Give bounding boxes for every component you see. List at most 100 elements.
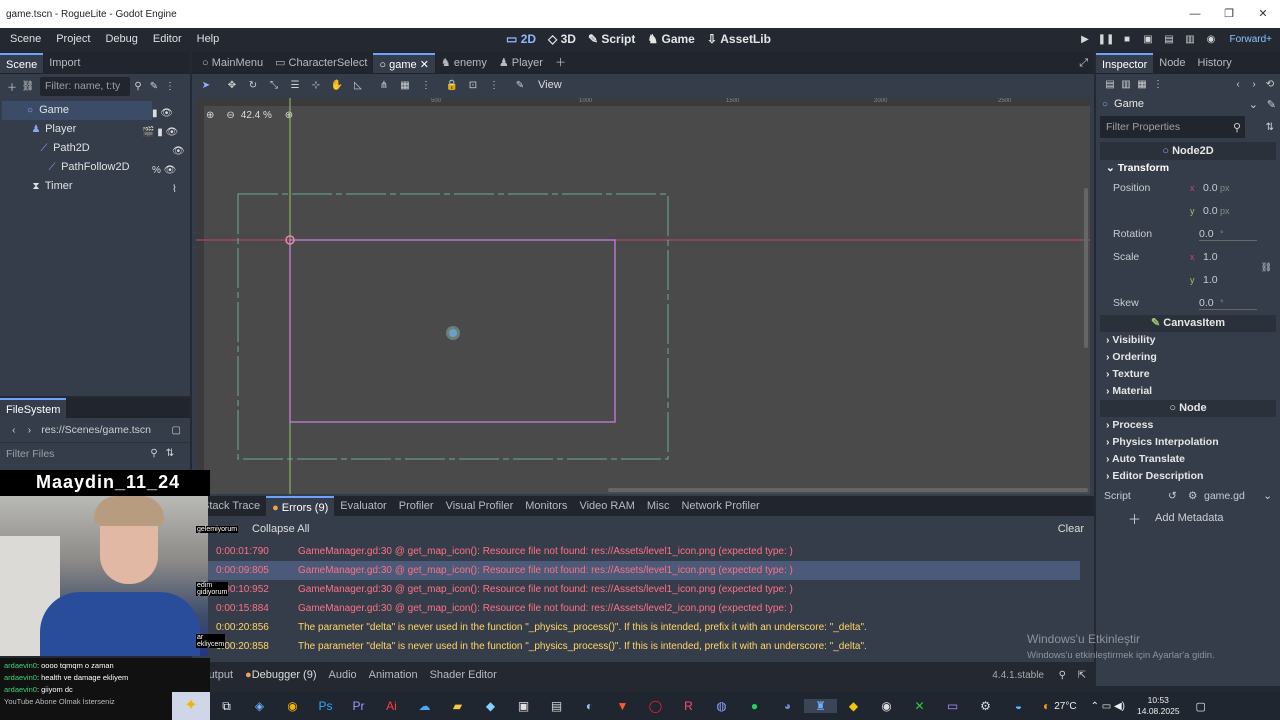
section-texture[interactable]: › Texture [1096, 366, 1280, 383]
pin-icon[interactable]: ⚲ [1059, 670, 1066, 681]
obs-icon[interactable]: ◍ [705, 699, 738, 713]
sort-icon[interactable]: ⇅ [162, 448, 178, 459]
tree-node-game[interactable]: ○ Game [2, 101, 152, 120]
error-row-selected[interactable]: 0:00:09:805 GameManager.gd:30 @ get_map_i… [194, 561, 1080, 580]
error-row[interactable]: 0:00:10:952 GameManager.gd:30 @ get_map_i… [194, 580, 1094, 599]
menu-project[interactable]: Project [51, 33, 95, 45]
premiere-icon[interactable]: Pr [342, 699, 375, 713]
visibility-eye-icon[interactable]: 👁 [172, 142, 185, 161]
play-custom-icon[interactable]: ▥ [1179, 34, 1200, 45]
scene-filter-input[interactable]: Filter: name, t:ty [40, 76, 130, 96]
section-process[interactable]: › Process [1096, 417, 1280, 434]
remote-debug-icon[interactable]: ▣ [1137, 34, 1158, 45]
script-field[interactable]: game.gd [1204, 485, 1245, 507]
terminal-icon[interactable]: ▭ [936, 699, 969, 713]
pivot-tool-icon[interactable]: ⊹ [308, 80, 324, 91]
menu-help[interactable]: Help [192, 33, 225, 45]
section-ordering[interactable]: › Ordering [1096, 349, 1280, 366]
skew-field[interactable]: 0.0 [1199, 292, 1214, 315]
tab-monitors[interactable]: Monitors [519, 496, 573, 516]
position-x-field[interactable]: 0.0 [1203, 177, 1218, 200]
pathfollow-icons[interactable]: % 👁 [152, 161, 185, 180]
object-history-icon[interactable]: ⟲ [1262, 79, 1278, 90]
tab-visual-profiler[interactable]: Visual Profiler [440, 496, 520, 516]
inspector-menu-icon[interactable]: ⋮ [1150, 79, 1166, 90]
tab-node[interactable]: Node [1153, 53, 1191, 73]
section-material[interactable]: › Material [1096, 383, 1280, 400]
script-reload-icon[interactable]: ↺ [1168, 485, 1177, 507]
maximize-button[interactable]: ❐ [1212, 0, 1246, 28]
skeleton-options-icon[interactable]: ⋮ [486, 80, 502, 91]
renderer-select[interactable]: Forward+ [1221, 34, 1280, 45]
weather-temp[interactable]: 27°C [1054, 701, 1076, 712]
play-scene-icon[interactable]: ▤ [1158, 34, 1179, 45]
group-icon[interactable]: ⊡ [465, 80, 481, 91]
tab-inspector[interactable]: Inspector [1096, 53, 1154, 73]
scale-tool-icon[interactable]: ⤡ [266, 80, 282, 91]
movie-maker-icon[interactable]: ◉ [1200, 34, 1221, 45]
filter-properties-input[interactable]: Filter Properties [1106, 121, 1180, 133]
expand-panel-icon[interactable]: ⇱ [1078, 670, 1086, 681]
rider-icon[interactable]: R [672, 699, 705, 713]
object-dropdown-icon[interactable]: ⌄ [1249, 98, 1258, 111]
opera-icon[interactable]: ◯ [639, 699, 672, 713]
scale-x-field[interactable]: 1.0 [1203, 246, 1218, 269]
filesystem-filter-input[interactable]: Filter Files [6, 448, 146, 460]
section-editor-description[interactable]: › Editor Description [1096, 468, 1280, 485]
godot-icon[interactable]: ♜ [804, 699, 837, 713]
player-icons[interactable]: 🎬 ▮ 👁 [142, 123, 185, 142]
epic-icon[interactable]: ▤ [540, 699, 573, 713]
skew-slider[interactable] [1199, 309, 1257, 310]
ruler-tool-icon[interactable]: ◺ [350, 80, 366, 91]
link-icon[interactable]: ⛓ [20, 81, 36, 92]
history-forward-icon[interactable]: › [1246, 79, 1262, 90]
chrome-icon[interactable]: ◉ [276, 699, 309, 713]
inspected-object[interactable]: Game [1114, 98, 1144, 110]
open-resource-icon[interactable]: ▥ [1118, 79, 1134, 90]
distraction-free-icon[interactable]: ⤢ [1079, 57, 1088, 70]
tab-evaluator[interactable]: Evaluator [334, 496, 392, 516]
store-icon[interactable]: ▣ [507, 699, 540, 713]
bottom-tab-audio[interactable]: Audio [323, 665, 363, 685]
move-tool-icon[interactable]: ✥ [224, 80, 240, 91]
grid-snap-icon[interactable]: ▦ [397, 80, 413, 91]
workspace-assetlib[interactable]: ⇩ AssetLib [707, 32, 771, 46]
warning-row[interactable]: 0:00:20:856 The parameter "delta" is neve… [194, 618, 1094, 637]
scene-tab-mainmenu[interactable]: ○ MainMenu [196, 53, 269, 73]
save-resource-icon[interactable]: ▦ [1134, 79, 1150, 90]
pause-icon[interactable]: ❚❚ [1095, 34, 1116, 45]
app-icon[interactable]: ◆ [474, 699, 507, 713]
tab-filesystem[interactable]: FileSystem [0, 398, 67, 418]
history-back-icon[interactable]: ‹ [1230, 79, 1246, 90]
scene-tab-game[interactable]: ○ game ✕ [373, 53, 435, 73]
list-tool-icon[interactable]: ☰ [287, 80, 303, 91]
task-view-icon[interactable]: ⧉ [210, 699, 243, 714]
minimize-button[interactable]: — [1178, 0, 1212, 28]
pencil-icon[interactable]: ✎ [512, 80, 528, 91]
workspace-3d[interactable]: ◇ 3D [548, 32, 576, 46]
xbox-icon[interactable]: ✕ [903, 699, 936, 713]
error-row[interactable]: 0:00:01:790 GameManager.gd:30 @ get_map_i… [194, 542, 1094, 561]
rotation-field[interactable]: 0.0 [1199, 223, 1214, 246]
new-resource-icon[interactable]: ▤ [1102, 79, 1118, 90]
horizontal-scrollbar[interactable] [608, 488, 1088, 492]
brave-icon[interactable]: ▼ [606, 699, 639, 713]
menu-debug[interactable]: Debug [100, 33, 142, 45]
tab-errors[interactable]: ● Errors (9) [266, 496, 335, 516]
bottom-tab-animation[interactable]: Animation [363, 665, 424, 685]
workspace-script[interactable]: ✎ Script [588, 32, 635, 46]
bottom-tab-debugger[interactable]: ●Debugger (9) [239, 665, 322, 685]
system-tray-icons[interactable]: ⌃ ▭ ◀) [1091, 701, 1125, 712]
workspace-game[interactable]: ♞ Game [647, 32, 694, 46]
folder-icon[interactable]: ▰ [441, 699, 474, 713]
scene-tab-player[interactable]: ♟ Player [493, 53, 549, 73]
tab-video-ram[interactable]: Video RAM [573, 496, 640, 516]
script-icon[interactable]: ✎ [146, 81, 162, 92]
section-physics-interpolation[interactable]: › Physics Interpolation [1096, 434, 1280, 451]
select-tool-icon[interactable]: ➤ [198, 80, 214, 91]
edge-icon[interactable]: ◒ [1002, 699, 1035, 713]
adobe-icon[interactable]: Ai [375, 699, 408, 713]
cloud-icon[interactable]: ☁ [408, 699, 441, 713]
add-metadata-button[interactable]: ＋ Add Metadata [1128, 507, 1280, 529]
view-menu[interactable]: View [538, 79, 562, 91]
